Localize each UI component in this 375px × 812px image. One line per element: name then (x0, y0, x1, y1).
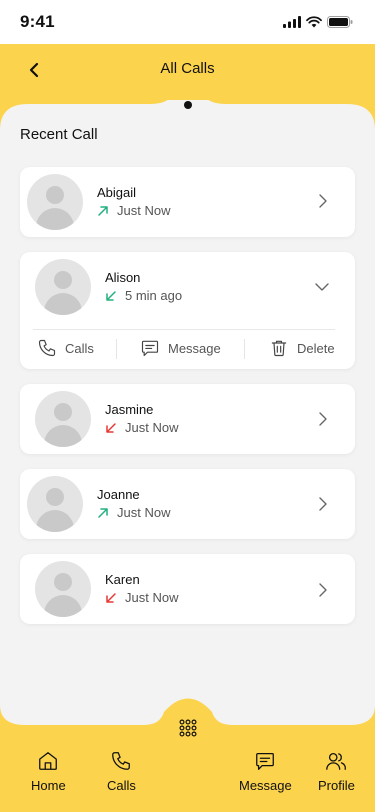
list-item[interactable]: Jasmine Just Now (20, 384, 355, 454)
back-button[interactable] (22, 58, 46, 82)
divider (116, 339, 117, 359)
call-time: Just Now (117, 203, 171, 218)
calls-action-label: Calls (65, 340, 94, 356)
call-time: Just Now (125, 590, 179, 605)
call-time-row: Just Now (97, 203, 170, 218)
call-time-row: 5 min ago (105, 288, 182, 303)
divider (33, 329, 335, 330)
status-time: 9:41 (20, 12, 55, 31)
signal-icon (283, 16, 301, 28)
trash-icon (271, 340, 287, 357)
call-time: 5 min ago (125, 288, 183, 303)
notch-indicator (184, 101, 192, 109)
arrow-up-right-icon (98, 507, 108, 518)
users-icon (326, 753, 347, 770)
delete-action-label: Delete (297, 340, 335, 356)
nav-calls[interactable]: Calls (107, 750, 136, 793)
bottom-nav: Home Calls Message Profile (0, 740, 375, 812)
home-icon (39, 752, 58, 770)
call-time-row: Just Now (97, 505, 170, 520)
message-icon (141, 340, 159, 357)
list-item[interactable]: Joanne Just Now (20, 469, 355, 539)
message-icon (256, 753, 275, 770)
phone-icon (112, 752, 131, 770)
contact-name: Karen (105, 572, 140, 587)
avatar (27, 174, 83, 230)
nav-home-label: Home (31, 778, 66, 793)
contact-name: Abigail (97, 185, 137, 200)
nav-profile-label: Profile (318, 778, 355, 793)
delete-action-button[interactable]: Delete (269, 338, 335, 358)
list-item[interactable]: Abigail Just Now (20, 167, 355, 237)
calls-action-button[interactable]: Calls (37, 338, 94, 358)
contact-name: Jasmine (105, 402, 154, 417)
chevron-right-icon[interactable] (315, 411, 331, 427)
call-time: Just Now (125, 420, 179, 435)
arrow-down-left-icon (106, 290, 116, 301)
dialpad-icon (179, 719, 197, 737)
status-icons (283, 16, 353, 28)
chevron-right-icon[interactable] (315, 582, 331, 598)
divider (244, 339, 245, 359)
call-time-row: Just Now (105, 590, 178, 605)
list-item[interactable]: Alison 5 min ago Calls Message Delete (20, 252, 355, 369)
header: All Calls (0, 44, 375, 104)
chevron-down-icon[interactable] (314, 279, 330, 295)
nav-message-label: Message (239, 778, 292, 793)
avatar (35, 391, 91, 447)
call-time: Just Now (117, 505, 171, 520)
contact-name: Joanne (97, 487, 140, 502)
list-item[interactable]: Karen Just Now (20, 554, 355, 624)
chevron-right-icon[interactable] (315, 496, 331, 512)
phone-icon (38, 339, 56, 357)
nav-calls-label: Calls (107, 778, 136, 793)
nav-profile[interactable]: Profile (318, 750, 355, 793)
arrow-down-left-icon (106, 422, 116, 433)
arrow-up-right-icon (98, 205, 108, 216)
message-action-button[interactable]: Message (140, 338, 221, 358)
section-title: Recent Call (20, 126, 98, 143)
nav-message[interactable]: Message (239, 750, 292, 793)
chevron-right-icon[interactable] (315, 193, 331, 209)
chevron-left-icon (29, 62, 39, 78)
message-action-label: Message (168, 340, 221, 356)
page-title: All Calls (160, 59, 215, 77)
avatar (35, 561, 91, 617)
arrow-down-left-icon (106, 592, 116, 603)
contact-name: Alison (105, 270, 141, 285)
avatar (35, 259, 91, 315)
call-time-row: Just Now (105, 420, 178, 435)
nav-home[interactable]: Home (31, 750, 66, 793)
status-bar: 9:41 (0, 0, 375, 44)
wifi-icon (306, 16, 322, 28)
battery-icon (327, 16, 353, 28)
avatar (27, 476, 83, 532)
